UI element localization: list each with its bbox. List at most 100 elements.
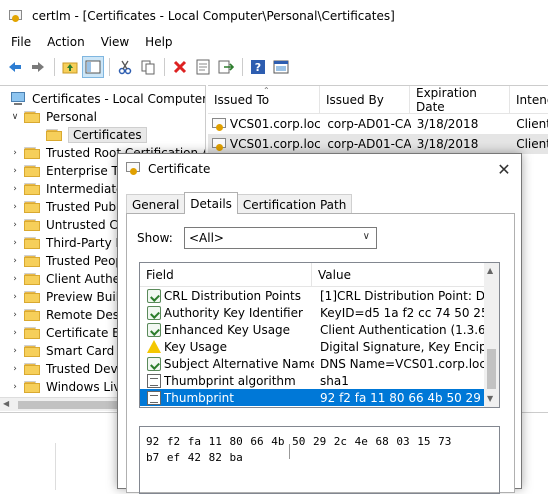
menu-file[interactable]: File — [0, 35, 39, 49]
dialog-titlebar: Certificate — [118, 154, 521, 184]
tree-node-label: Trusted Devi — [46, 362, 121, 376]
list-item[interactable]: Enhanced Key Usage Client Authentication … — [140, 321, 485, 338]
chevron-right-icon[interactable]: › — [10, 256, 20, 266]
menu-view[interactable]: View — [93, 35, 137, 49]
column-expiration-date[interactable]: Expiration Date — [410, 86, 510, 114]
close-icon[interactable]: ✕ — [495, 160, 513, 179]
chevron-right-icon[interactable]: › — [10, 184, 20, 194]
list-item[interactable]: Key Usage Digital Signature, Key Encipher… — [140, 338, 485, 355]
folder-icon — [24, 291, 40, 303]
text-cursor — [289, 444, 290, 459]
chevron-right-icon[interactable]: › — [10, 238, 20, 248]
tree-node-root[interactable]: Certificates - Local Computer — [10, 90, 206, 108]
up-folder-icon[interactable] — [59, 56, 81, 78]
forward-icon[interactable] — [27, 56, 49, 78]
field-name: Authority Key Identifier — [163, 305, 303, 320]
value-textbox[interactable]: 92 f2 fa 11 80 66 4b 50 29 2c 4e 68 03 1… — [139, 426, 500, 494]
tree-node-trusted-publishers[interactable]: › Trusted Publ — [10, 198, 119, 216]
tree-node-personal[interactable]: ∨ Personal — [10, 108, 97, 126]
chevron-right-icon[interactable]: › — [10, 292, 20, 302]
tree-node-certificate-enrollment[interactable]: › Certificate Er — [10, 324, 124, 342]
export-icon[interactable] — [215, 56, 237, 78]
folder-icon — [24, 345, 40, 357]
scroll-up-icon[interactable]: ▲ — [487, 266, 493, 275]
svg-text:?: ? — [255, 61, 261, 74]
console-icon[interactable] — [270, 56, 292, 78]
menu-action[interactable]: Action — [39, 35, 93, 49]
toolbar-separator — [164, 58, 165, 76]
chevron-right-icon[interactable]: › — [10, 148, 20, 158]
list-item[interactable]: Thumbprint algorithm sha1 — [140, 372, 485, 389]
chevron-down-icon[interactable]: ∨ — [10, 112, 20, 122]
chevron-right-icon[interactable]: › — [10, 382, 20, 392]
column-intended-purposes[interactable]: Intend — [510, 86, 548, 114]
column-issued-to[interactable]: ⌃ Issued To — [208, 86, 320, 114]
help-icon[interactable]: ? — [247, 56, 269, 78]
show-hide-tree-icon[interactable] — [82, 56, 104, 78]
chevron-right-icon[interactable]: › — [10, 328, 20, 338]
chevron-right-icon[interactable]: › — [10, 166, 20, 176]
copy-icon[interactable] — [137, 56, 159, 78]
folder-icon — [24, 327, 40, 339]
field-name: Key Usage — [164, 339, 227, 354]
show-dropdown[interactable]: <All> ∨ — [184, 227, 377, 249]
tab-general[interactable]: General — [126, 194, 186, 214]
tree-node-smart-card[interactable]: › Smart Card T — [10, 342, 125, 360]
column-issued-by[interactable]: Issued By — [320, 86, 410, 114]
scrollbar-thumb[interactable] — [487, 349, 496, 389]
toolbar-separator — [54, 58, 55, 76]
chevron-right-icon[interactable]: › — [10, 202, 20, 212]
back-icon[interactable] — [4, 56, 26, 78]
list-item[interactable]: Authority Key Identifier KeyID=d5 1a f2 c… — [140, 304, 485, 321]
field-name: Subject Alternative Name — [163, 356, 314, 371]
column-value[interactable]: Value — [312, 263, 351, 287]
tree-node-preview-build[interactable]: › Preview Build — [10, 288, 126, 306]
chevron-right-icon[interactable]: › — [10, 364, 20, 374]
tree-node-certificates[interactable]: Certificates — [46, 126, 147, 144]
delete-icon[interactable] — [169, 56, 191, 78]
sort-up-icon: ⌃ — [263, 86, 270, 95]
tree-node-trusted-devices[interactable]: › Trusted Devi — [10, 360, 121, 378]
cell-expiration: 3/18/2018 — [416, 117, 479, 131]
window-title: certlm - [Certificates - Local Computer\… — [32, 9, 395, 23]
tree-node-windows-live[interactable]: › Windows Liv — [10, 378, 120, 396]
chevron-right-icon[interactable]: › — [10, 310, 20, 320]
tab-certification-path[interactable]: Certification Path — [236, 194, 353, 214]
table-row[interactable]: VCS01.corp.local corp-AD01-CA 3/18/2018 … — [208, 114, 548, 134]
properties-icon[interactable] — [192, 56, 214, 78]
list-item[interactable]: Thumbprint 92 f2 fa 11 80 66 4b 50 29 2c … — [140, 389, 485, 406]
tab-strip: General Details Certification Path — [126, 192, 353, 214]
field-value: Client Authentication (1.3.6.1.... — [320, 322, 485, 337]
column-label: Issued To — [214, 93, 270, 107]
tree-node-label: Certificates - Local Computer — [32, 92, 206, 106]
field-list-scrollbar[interactable]: ▲ ▼ — [484, 263, 499, 407]
field-list-header: Field Value — [140, 263, 485, 287]
table-row[interactable]: VCS01.corp.local corp-AD01-CA 3/18/2018 … — [208, 134, 548, 154]
tree-node-label: Untrusted Ce — [46, 218, 126, 232]
scroll-down-icon[interactable]: ▼ — [487, 394, 493, 403]
tree-node-client-auth[interactable]: › Client Authe — [10, 270, 120, 288]
column-field[interactable]: Field — [140, 263, 312, 287]
cut-icon[interactable] — [114, 56, 136, 78]
menu-help[interactable]: Help — [137, 35, 180, 49]
folder-icon — [24, 381, 40, 393]
chevron-right-icon[interactable]: › — [10, 274, 20, 284]
tree-node-label: Client Authe — [46, 272, 121, 286]
list-item[interactable]: Subject Alternative Name DNS Name=VCS01.c… — [140, 355, 485, 372]
tree-node-untrusted[interactable]: › Untrusted Ce — [10, 216, 125, 234]
tree-node-third-party[interactable]: › Third-Party R — [10, 234, 124, 252]
folder-icon — [24, 273, 40, 285]
list-item[interactable]: CRL Distribution Points [1]CRL Distributi… — [140, 287, 485, 304]
extension-icon — [147, 322, 161, 337]
field-value: sha1 — [320, 373, 349, 388]
field-value: 92 f2 fa 11 80 66 4b 50 29 2c ... — [320, 390, 485, 405]
tab-details[interactable]: Details — [184, 192, 238, 214]
scroll-left-icon[interactable]: ◀ — [3, 399, 9, 408]
field-value: Digital Signature, Key Encipher... — [320, 339, 485, 354]
chevron-right-icon[interactable]: › — [10, 346, 20, 356]
tree-node-enterprise-trust[interactable]: › Enterprise Tr — [10, 162, 122, 180]
chevron-right-icon[interactable]: › — [10, 220, 20, 230]
tree-node-intermediate[interactable]: › Intermediate — [10, 180, 123, 198]
tree-node-trusted-people[interactable]: › Trusted Peop — [10, 252, 123, 270]
tree-node-remote-desktop[interactable]: › Remote Desk — [10, 306, 126, 324]
